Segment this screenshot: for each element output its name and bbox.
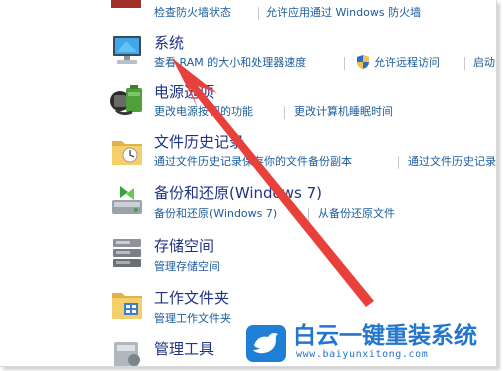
link-manage-work-folders[interactable]: 管理工作文件夹: [154, 312, 231, 326]
link-separator: [258, 7, 259, 20]
firewall-icon: [108, 0, 146, 16]
category-title-admin-tools[interactable]: 管理工具: [154, 340, 214, 358]
link-restore-files-from-backup[interactable]: 从备份还原文件: [318, 207, 395, 221]
link-check-firewall-status[interactable]: 检查防火墙状态: [154, 6, 231, 20]
category-title-power[interactable]: 电源选项: [154, 83, 214, 101]
link-allow-remote-access[interactable]: 允许远程访问: [374, 56, 440, 70]
file-history-folder-icon[interactable]: [108, 133, 146, 171]
backup-restore-icon[interactable]: [108, 182, 146, 220]
category-title-system[interactable]: 系统: [154, 34, 184, 52]
administrative-tools-icon[interactable]: [108, 336, 146, 366]
work-folders-icon[interactable]: [108, 287, 146, 325]
watermark-brand: 白云一键重装系统: [293, 323, 477, 349]
link-view-ram-processor[interactable]: 查看 RAM 的大小和处理器速度: [154, 56, 306, 70]
computer-monitor-icon[interactable]: [108, 32, 146, 70]
link-separator: [464, 57, 465, 70]
link-change-power-buttons[interactable]: 更改电源按钮的功能: [154, 105, 253, 119]
link-launch[interactable]: 启动: [473, 56, 495, 70]
link-change-sleep-time[interactable]: 更改计算机睡眠时间: [294, 105, 393, 119]
link-separator: [344, 57, 345, 70]
uac-shield-icon: [357, 55, 369, 69]
watermark-url: www.baiyunxitong.com: [296, 349, 429, 360]
link-backup-restore[interactable]: 备份和还原(Windows 7): [154, 207, 277, 221]
link-allow-app-firewall[interactable]: 允许应用通过 Windows 防火墙: [266, 6, 421, 20]
link-save-backup-copies[interactable]: 通过文件历史记录保存你的文件备份副本: [154, 155, 352, 169]
watermark-logo: [246, 325, 286, 362]
link-separator: [308, 208, 309, 221]
category-title-work-folders[interactable]: 工作文件夹: [154, 289, 229, 307]
control-panel-window: 检查防火墙状态 允许应用通过 Windows 防火墙 系统 查看 RAM 的大小…: [0, 0, 497, 367]
category-title-storage-spaces[interactable]: 存储空间: [154, 237, 214, 255]
link-separator: [284, 106, 285, 119]
link-manage-storage-spaces[interactable]: 管理存储空间: [154, 260, 220, 274]
link-separator: [398, 156, 399, 169]
annotation-arrow: [172, 58, 374, 307]
storage-spaces-icon[interactable]: [108, 234, 146, 272]
category-title-file-history[interactable]: 文件历史记录: [154, 133, 244, 151]
power-battery-icon[interactable]: [108, 80, 146, 118]
link-file-history-restore[interactable]: 通过文件历史记录: [408, 155, 496, 169]
category-title-backup-restore[interactable]: 备份和还原(Windows 7): [154, 184, 322, 202]
